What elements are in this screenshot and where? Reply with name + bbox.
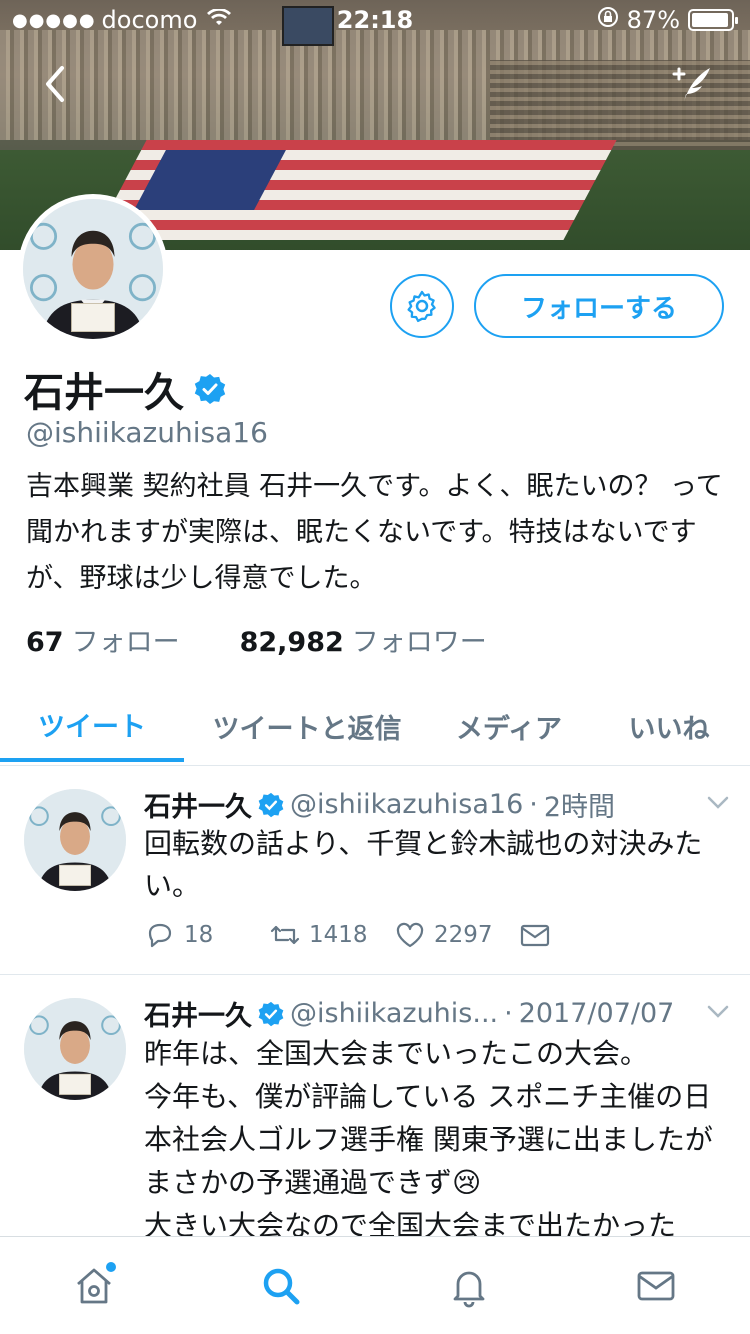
follow-button[interactable]: フォローする	[474, 274, 724, 338]
profile-name-row: 石井一久	[24, 360, 226, 418]
back-button[interactable]	[36, 62, 76, 106]
verified-badge-icon	[194, 374, 226, 404]
direct-message-action[interactable]	[519, 919, 644, 951]
profile-name: 石井一久	[24, 370, 184, 416]
tweet-header: 石井一久 @ishiikazuhis... · 2017/07/07	[144, 994, 674, 1033]
new-items-dot	[105, 1261, 116, 1272]
search-icon	[264, 1268, 300, 1304]
chevron-down-icon[interactable]	[706, 795, 730, 811]
reply-icon	[148, 923, 172, 948]
nav-messages[interactable]	[616, 1246, 696, 1326]
tweet-author-handle: @ishiikazuhis...	[290, 998, 499, 1029]
followers-stat[interactable]: 82,982 フォロワー	[240, 620, 487, 659]
tab-tweets-and-replies[interactable]: ツイートと返信	[184, 690, 430, 762]
battery-icon	[688, 9, 738, 31]
tweet-text: 回転数の話より、千賀と鈴木誠也の対決みたい。	[144, 827, 703, 902]
like-count: 2297	[434, 922, 493, 948]
heart-icon	[396, 922, 424, 948]
tweet-author-handle: @ishiikazuhisa16	[290, 789, 524, 820]
orientation-lock-icon	[597, 6, 619, 34]
gear-icon	[407, 290, 436, 323]
follow-counts: 67 フォロー 82,982 フォロワー	[26, 620, 487, 659]
tweet-timestamp: 2017/07/07	[518, 998, 675, 1029]
tab-tweets[interactable]: ツイート	[0, 690, 184, 762]
bottom-tab-bar	[0, 1236, 750, 1334]
envelope-icon	[520, 924, 550, 947]
retweet-count: 1418	[309, 922, 368, 948]
verified-badge-icon	[258, 1001, 284, 1026]
followers-count: 82,982	[239, 627, 344, 658]
following-stat[interactable]: 67 フォロー	[26, 620, 180, 659]
profile-handle: @ishiikazuhisa16	[26, 416, 268, 449]
reply-action[interactable]: 18	[144, 919, 269, 951]
compose-tweet-button[interactable]	[670, 62, 714, 106]
following-label: フォロー	[71, 627, 180, 658]
battery-percent: 87%	[626, 6, 680, 34]
tweet-author-name: 石井一久	[144, 792, 252, 823]
compose-quill-icon	[672, 67, 710, 102]
profile-settings-button[interactable]	[390, 274, 454, 338]
like-action[interactable]: 2297	[394, 919, 519, 951]
tweet-header: 石井一久 @ishiikazuhisa16 · 2時間	[144, 785, 615, 824]
tweet-item[interactable]: 石井一久 @ishiikazuhis... · 2017/07/07 昨年は、全…	[0, 976, 750, 1242]
verified-badge-icon	[258, 792, 284, 817]
tweet-item[interactable]: 石井一久 @ishiikazuhisa16 · 2時間 回転数の話より、千賀と鈴…	[0, 767, 750, 975]
tweet-avatar[interactable]	[24, 789, 126, 891]
profile-bio: 吉本興業 契約社員 石井一久です。よく、眠たいの？ って聞かれますが実際は、眠た…	[26, 471, 723, 594]
following-count: 67	[26, 627, 64, 658]
tab-media[interactable]: メディア	[430, 690, 588, 762]
notifications-icon	[453, 1271, 485, 1307]
reply-count: 18	[184, 922, 214, 948]
nav-home[interactable]	[54, 1246, 134, 1326]
followers-label: フォロワー	[351, 627, 487, 658]
profile-avatar[interactable]	[18, 194, 168, 344]
chevron-left-icon	[46, 66, 64, 102]
messages-icon	[637, 1271, 675, 1300]
retweet-action[interactable]: 1418	[269, 919, 394, 951]
retweet-icon	[270, 925, 300, 945]
chevron-down-icon[interactable]	[706, 1004, 730, 1020]
tab-likes[interactable]: いいね	[588, 690, 750, 762]
status-bar: ●●●●● docomo 22:18 87%	[0, 0, 750, 40]
tweet-author-name: 石井一久	[144, 1001, 252, 1032]
tweet-timestamp: 2時間	[543, 792, 616, 823]
tweet-actions: 18 1418 2297	[144, 919, 644, 951]
tweet-separator: ·	[529, 789, 538, 820]
nav-notifications[interactable]	[429, 1246, 509, 1326]
tweet-separator: ·	[504, 998, 513, 1029]
tweet-text: 昨年は、全国大会までいったこの大会。 今年も、僕が評論している スポニチ主催の日…	[144, 1037, 713, 1242]
profile-tabs: ツイート ツイートと返信 メディア いいね	[0, 690, 750, 766]
tweet-avatar[interactable]	[24, 998, 126, 1100]
nav-search[interactable]	[241, 1246, 321, 1326]
